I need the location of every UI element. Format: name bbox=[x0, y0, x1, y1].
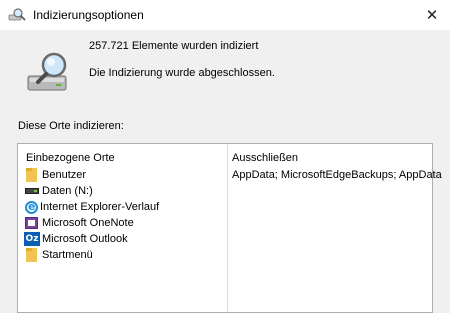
indexing-options-icon bbox=[8, 8, 26, 21]
drive-icon bbox=[24, 183, 40, 199]
location-label: Microsoft Outlook bbox=[42, 233, 128, 245]
location-label: Daten (N:) bbox=[42, 185, 93, 197]
folder-icon bbox=[24, 247, 40, 263]
onenote-icon bbox=[24, 215, 40, 231]
internet-explorer-icon bbox=[25, 200, 38, 214]
close-button[interactable]: ✕ bbox=[414, 0, 450, 30]
location-item-onenote[interactable]: Microsoft OneNote bbox=[24, 215, 134, 231]
index-locations-label: Diese Orte indizieren: bbox=[18, 120, 124, 132]
close-icon: ✕ bbox=[425, 7, 439, 24]
search-drive-icon bbox=[27, 52, 67, 91]
location-item-startmenu[interactable]: Startmenü bbox=[24, 247, 93, 263]
location-label: Benutzer bbox=[42, 169, 87, 181]
outlook-icon bbox=[24, 231, 40, 247]
exclude-header[interactable]: Ausschließen bbox=[232, 152, 298, 164]
location-item-outlook[interactable]: Microsoft Outlook bbox=[24, 231, 128, 247]
excluded-paths: AppData; MicrosoftEdgeBackups; AppData bbox=[232, 169, 442, 181]
included-locations-header[interactable]: Einbezogene Orte bbox=[26, 152, 115, 164]
window-title: Indizierungsoptionen bbox=[33, 8, 144, 22]
indexed-count: 257.721 Elemente wurden indiziert bbox=[89, 40, 259, 52]
column-divider bbox=[227, 144, 228, 312]
location-item-benutzer[interactable]: Benutzer bbox=[24, 167, 86, 183]
location-label: Startmenü bbox=[42, 249, 93, 261]
location-item-daten[interactable]: Daten (N:) bbox=[24, 183, 93, 199]
title-bar: Indizierungsoptionen ✕ bbox=[0, 0, 450, 30]
location-label: Microsoft OneNote bbox=[42, 217, 134, 229]
folder-icon bbox=[24, 167, 40, 183]
location-label: Internet Explorer-Verlauf bbox=[40, 201, 160, 213]
location-item-ie-history[interactable]: Internet Explorer-Verlauf bbox=[24, 199, 159, 215]
indexing-status-message: Die Indizierung wurde abgeschlossen. bbox=[89, 67, 275, 79]
locations-list[interactable]: Einbezogene Orte Ausschließen Benutzer D… bbox=[17, 143, 442, 313]
